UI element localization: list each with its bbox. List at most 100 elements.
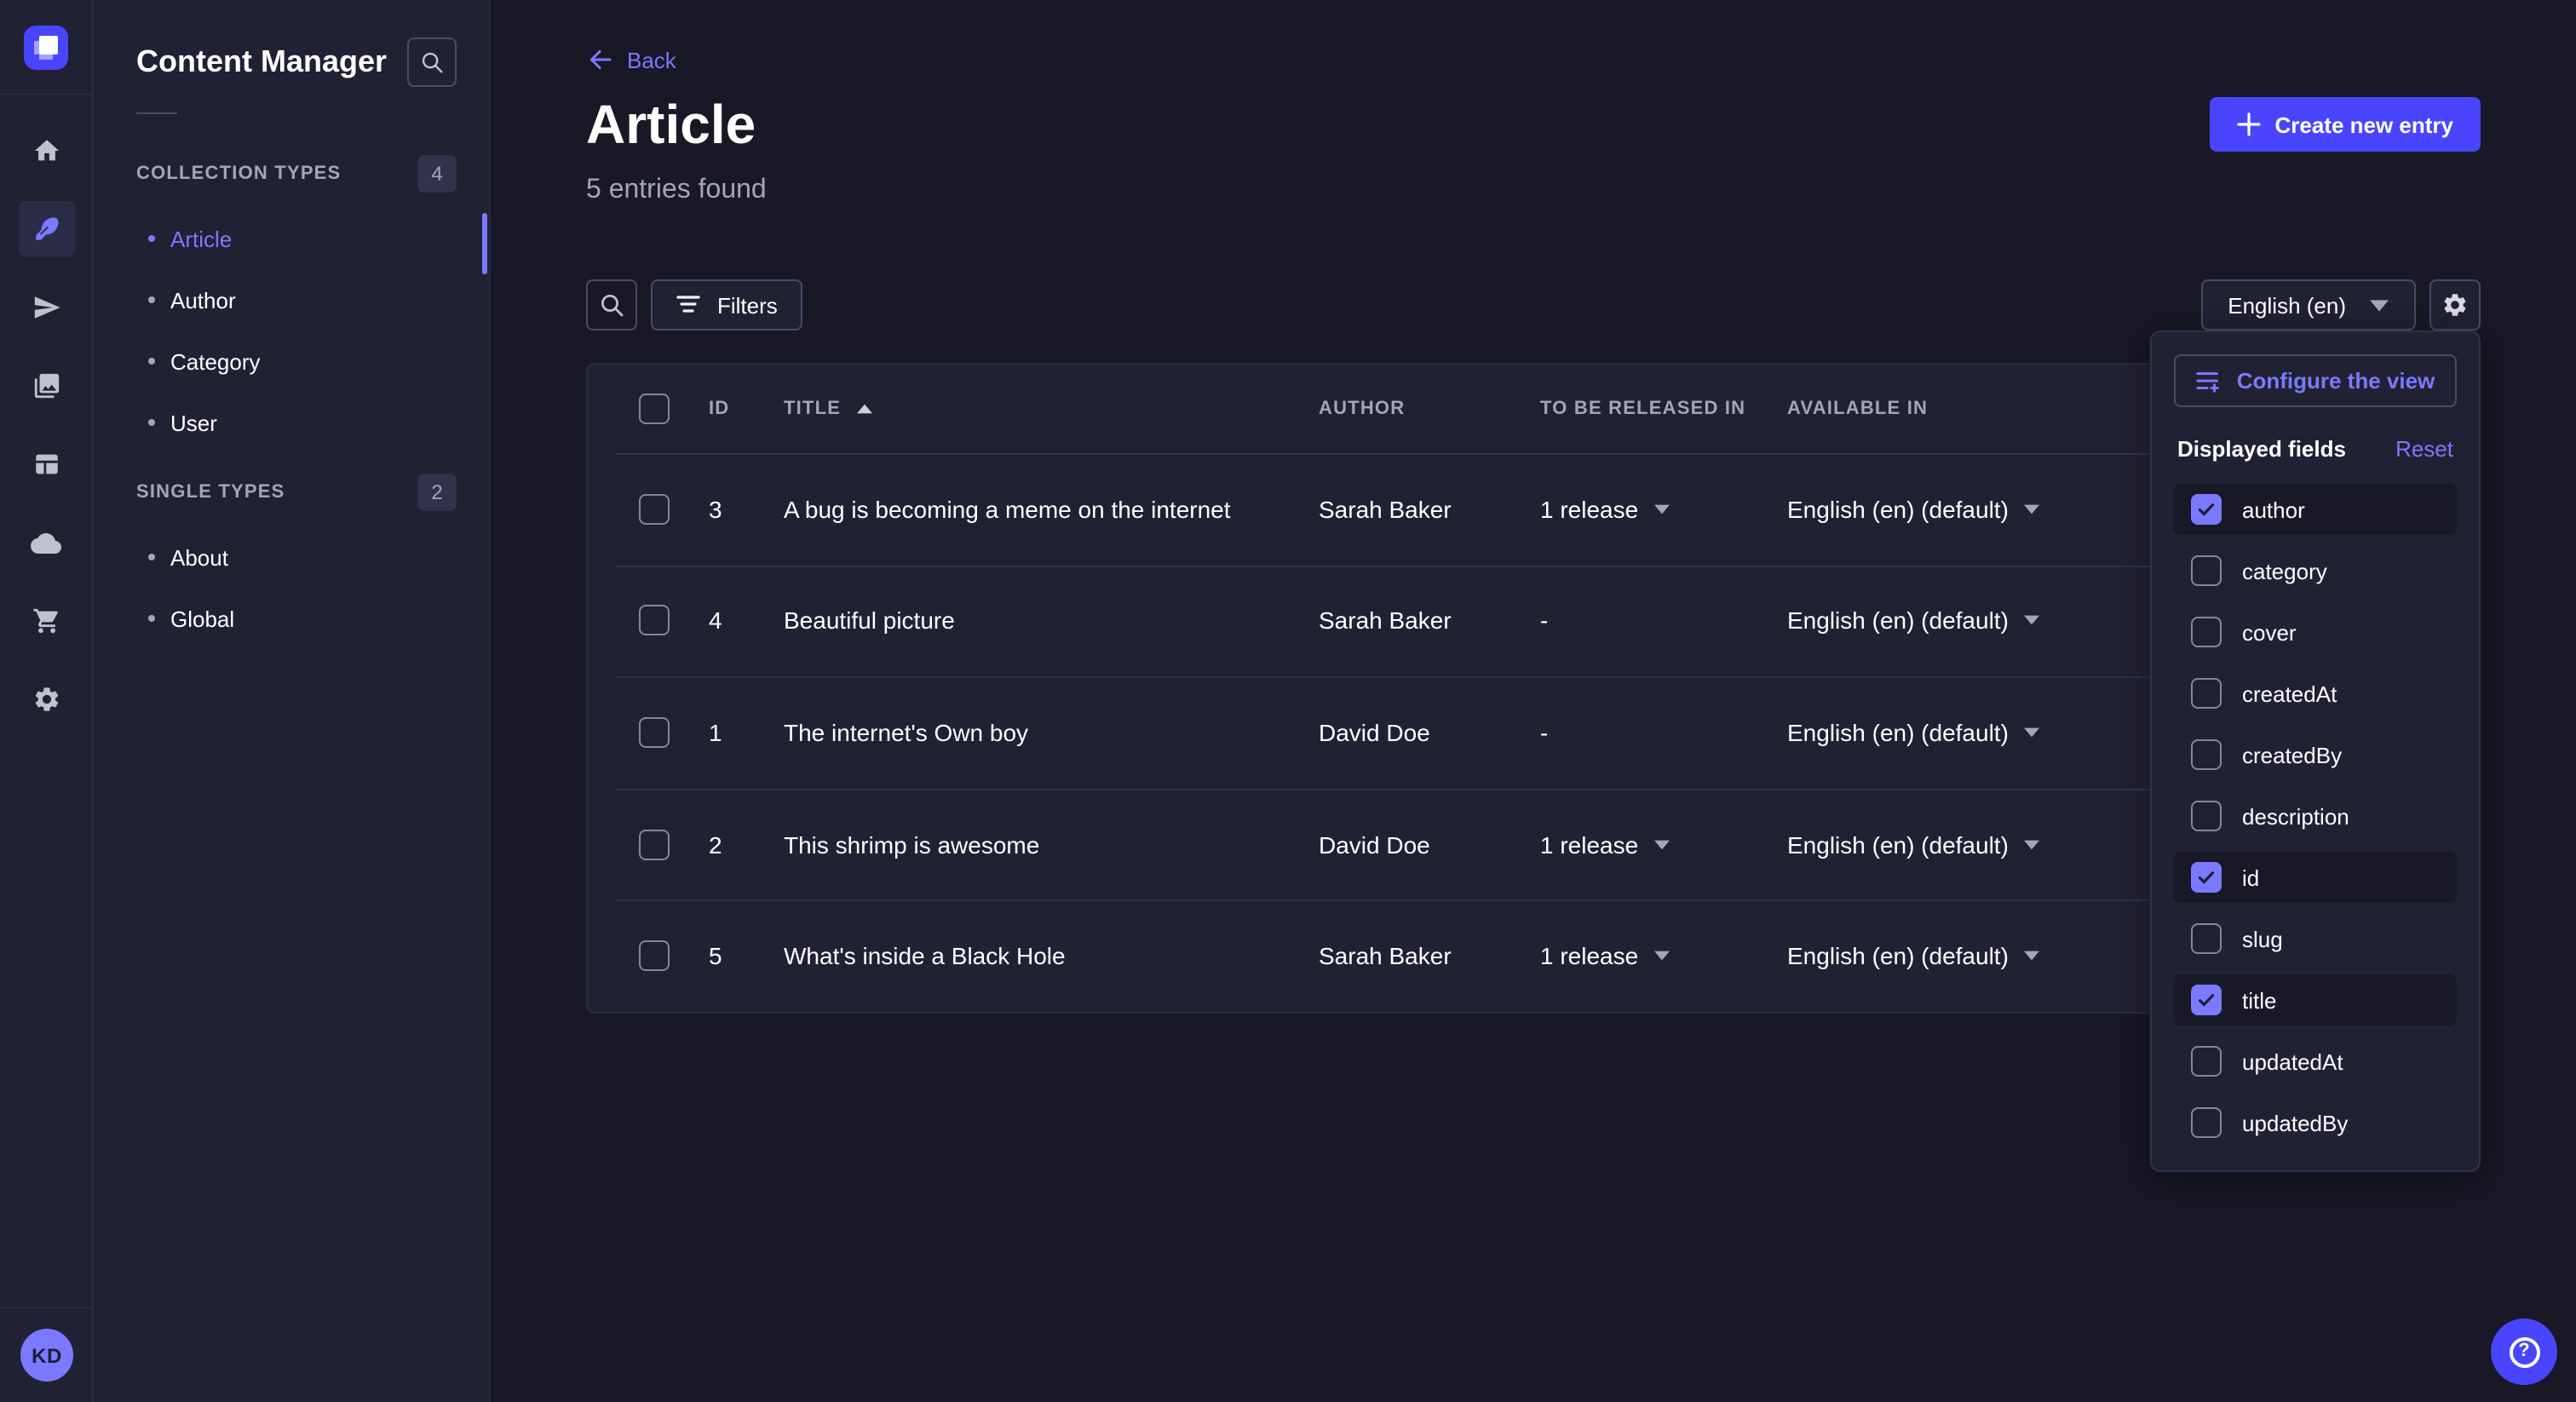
field-checkbox[interactable] bbox=[2191, 617, 2222, 647]
row-checkbox[interactable] bbox=[639, 829, 670, 859]
field-option-title[interactable]: title bbox=[2174, 974, 2457, 1026]
nav-marketplace-button[interactable] bbox=[18, 593, 74, 649]
chevron-down-icon bbox=[2024, 727, 2039, 738]
sidebar-item-about[interactable]: About bbox=[136, 526, 457, 588]
cell-to-be-released-in[interactable]: - bbox=[1540, 719, 1787, 746]
nav-home-button[interactable] bbox=[18, 123, 74, 179]
main-content: Back Article Create new entry 5 entries … bbox=[491, 0, 2576, 1402]
field-checkbox[interactable] bbox=[2191, 985, 2222, 1015]
view-settings-popover: Configure the view Displayed fields Rese… bbox=[2150, 330, 2481, 1172]
sidebar-item-global[interactable]: Global bbox=[136, 588, 457, 649]
search-button[interactable] bbox=[586, 279, 637, 330]
check-icon bbox=[2196, 867, 2217, 888]
nav-content-type-builder-button[interactable] bbox=[18, 436, 74, 492]
field-checkbox[interactable] bbox=[2191, 801, 2222, 831]
images-icon bbox=[32, 371, 60, 400]
locale-value: English (en) bbox=[2228, 292, 2346, 318]
chevron-down-icon bbox=[1653, 951, 1669, 961]
back-label: Back bbox=[627, 47, 676, 72]
collection-types-list: Article Author Category User bbox=[136, 208, 457, 453]
filters-button[interactable]: Filters bbox=[651, 279, 803, 330]
sidebar-item-label: Author bbox=[170, 287, 236, 313]
field-checkbox[interactable] bbox=[2191, 862, 2222, 893]
field-option-updatedBy[interactable]: updatedBy bbox=[2174, 1097, 2457, 1148]
sidebar-item-user[interactable]: User bbox=[136, 392, 457, 453]
help-button[interactable]: ? bbox=[2491, 1319, 2557, 1385]
column-header-author[interactable]: AUTHOR bbox=[1319, 399, 1540, 419]
check-icon bbox=[2196, 990, 2217, 1010]
cell-to-be-released-in[interactable]: 1 release bbox=[1540, 942, 1787, 969]
field-option-id[interactable]: id bbox=[2174, 852, 2457, 903]
field-checkbox[interactable] bbox=[2191, 555, 2222, 586]
displayed-fields-list: author category cover createdAt createdB… bbox=[2174, 484, 2457, 1148]
sidebar-item-category[interactable]: Category bbox=[136, 330, 457, 392]
user-avatar[interactable]: KD bbox=[20, 1329, 73, 1382]
row-checkbox[interactable] bbox=[639, 606, 670, 636]
sidebar-item-label: Global bbox=[170, 606, 234, 631]
chevron-down-icon bbox=[2370, 299, 2389, 311]
sidebar-item-label: Article bbox=[170, 226, 232, 251]
layout-icon bbox=[32, 450, 60, 479]
field-checkbox[interactable] bbox=[2191, 923, 2222, 954]
locale-select[interactable]: English (en) bbox=[2200, 279, 2416, 330]
field-label: updatedAt bbox=[2242, 1049, 2343, 1074]
column-header-title[interactable]: TITLE bbox=[784, 399, 1319, 419]
chevron-down-icon bbox=[1653, 839, 1669, 849]
collection-types-count-badge: 4 bbox=[417, 155, 457, 192]
field-option-author[interactable]: author bbox=[2174, 484, 2457, 535]
field-option-category[interactable]: category bbox=[2174, 545, 2457, 596]
field-option-cover[interactable]: cover bbox=[2174, 606, 2457, 658]
configure-the-view-button[interactable]: Configure the view bbox=[2174, 354, 2457, 407]
create-new-entry-button[interactable]: Create new entry bbox=[2210, 97, 2481, 152]
page-title: Article bbox=[586, 95, 756, 153]
field-label: slug bbox=[2242, 926, 2283, 951]
field-option-updatedAt[interactable]: updatedAt bbox=[2174, 1036, 2457, 1087]
chevron-down-icon bbox=[2024, 616, 2039, 626]
field-checkbox[interactable] bbox=[2191, 494, 2222, 525]
sidebar-item-label: About bbox=[170, 544, 228, 570]
field-checkbox[interactable] bbox=[2191, 1046, 2222, 1077]
sidebar-divider bbox=[136, 112, 177, 114]
bullet-icon bbox=[148, 419, 155, 426]
row-checkbox[interactable] bbox=[639, 717, 670, 748]
field-option-description[interactable]: description bbox=[2174, 790, 2457, 842]
chevron-down-icon bbox=[2024, 839, 2039, 849]
strapi-logo[interactable] bbox=[24, 26, 68, 70]
column-header-to-be-released-in[interactable]: TO BE RELEASED IN bbox=[1540, 399, 1787, 419]
nav-settings-button[interactable] bbox=[18, 671, 74, 727]
row-checkbox[interactable] bbox=[639, 940, 670, 971]
collection-types-section: COLLECTION TYPES 4 bbox=[136, 155, 457, 192]
nav-media-library-button[interactable] bbox=[18, 358, 74, 414]
field-option-createdAt[interactable]: createdAt bbox=[2174, 668, 2457, 719]
cell-to-be-released-in[interactable]: - bbox=[1540, 607, 1787, 635]
cell-to-be-released-in[interactable]: 1 release bbox=[1540, 496, 1787, 523]
nav-cloud-button[interactable] bbox=[18, 514, 74, 571]
field-label: id bbox=[2242, 865, 2259, 890]
nav-content-manager-button[interactable] bbox=[18, 201, 74, 257]
plus-icon bbox=[2237, 112, 2261, 136]
field-checkbox[interactable] bbox=[2191, 739, 2222, 770]
nav-releases-button[interactable] bbox=[18, 279, 74, 336]
arrow-left-icon bbox=[586, 46, 613, 73]
field-checkbox[interactable] bbox=[2191, 1107, 2222, 1138]
field-checkbox[interactable] bbox=[2191, 678, 2222, 709]
entries-count: 5 entries found bbox=[586, 174, 2481, 208]
sidebar-item-author[interactable]: Author bbox=[136, 269, 457, 330]
field-label: createdAt bbox=[2242, 681, 2337, 706]
app-window: KD Content Manager COLLECTION TYPES 4 Ar… bbox=[0, 0, 2576, 1402]
select-all-checkbox[interactable] bbox=[639, 394, 670, 424]
check-icon bbox=[2196, 499, 2217, 520]
sidebar-search-button[interactable] bbox=[407, 37, 457, 87]
cell-to-be-released-in[interactable]: 1 release bbox=[1540, 830, 1787, 858]
field-option-slug[interactable]: slug bbox=[2174, 913, 2457, 964]
section-label: COLLECTION TYPES bbox=[136, 164, 341, 184]
sidebar-title: Content Manager bbox=[136, 44, 387, 80]
reset-link[interactable]: Reset bbox=[2395, 436, 2453, 462]
question-mark-icon: ? bbox=[2509, 1336, 2539, 1367]
column-header-id[interactable]: ID bbox=[709, 399, 784, 419]
sidebar-item-article[interactable]: Article bbox=[136, 208, 457, 269]
view-settings-button[interactable] bbox=[2429, 279, 2481, 330]
field-option-createdBy[interactable]: createdBy bbox=[2174, 729, 2457, 780]
row-checkbox[interactable] bbox=[639, 494, 670, 525]
back-link[interactable]: Back bbox=[586, 46, 676, 73]
